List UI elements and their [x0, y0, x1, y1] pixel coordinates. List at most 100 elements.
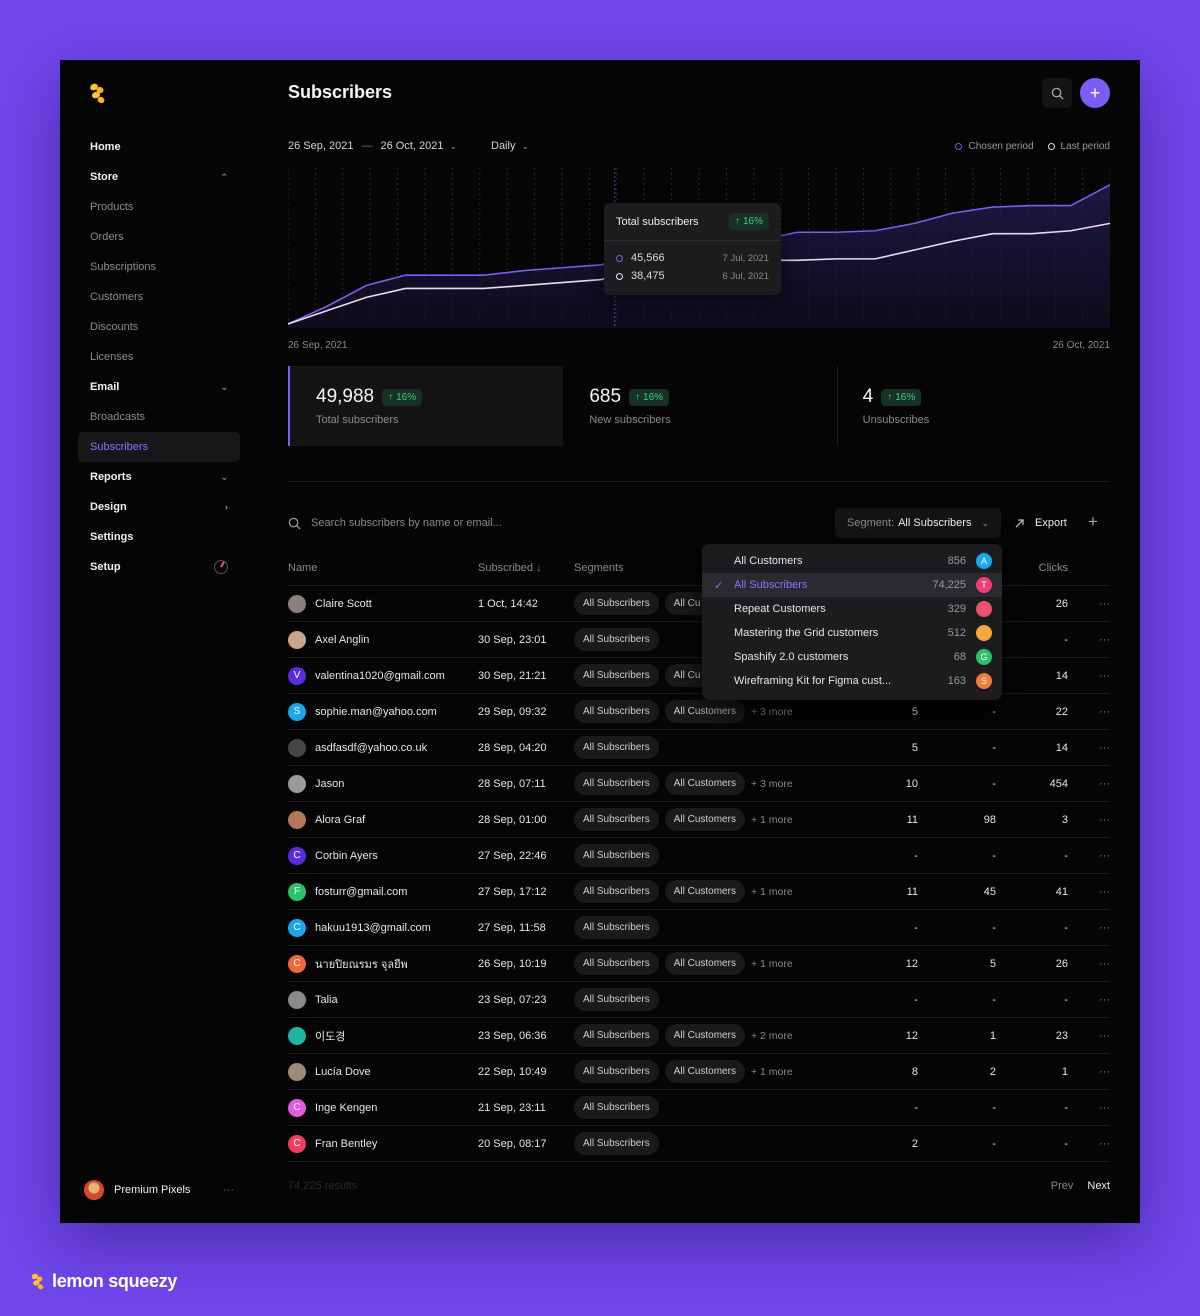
table-row[interactable]: C นายปิยณรมร จุลยีพ 26 Sep, 10:19 All Subsc… — [288, 946, 1110, 982]
segment-chip[interactable]: All Customers — [664, 808, 745, 831]
sidebar-item-orders[interactable]: Orders — [78, 222, 240, 252]
row-more-icon[interactable]: ··· — [1068, 850, 1110, 862]
segment-chip[interactable]: All Customers — [664, 880, 745, 903]
row-more-icon[interactable]: ··· — [1068, 814, 1110, 826]
segment-chip[interactable]: All Customers — [664, 952, 745, 975]
more-segments[interactable]: + 1 more — [751, 886, 793, 898]
more-segments[interactable]: + 1 more — [751, 814, 793, 826]
chevron-icon[interactable]: ⌄ — [220, 382, 228, 393]
row-more-icon[interactable]: ··· — [1068, 1138, 1110, 1150]
row-more-icon[interactable]: ··· — [1068, 706, 1110, 718]
segment-chip[interactable]: All Customers — [664, 700, 745, 723]
segment-option[interactable]: Spashify 2.0 customers 68 G — [702, 645, 1002, 669]
profile-more-icon[interactable]: ··· — [223, 1184, 234, 1196]
more-segments[interactable]: + 3 more — [751, 778, 793, 790]
next-button[interactable]: Next — [1087, 1180, 1110, 1192]
sidebar-item-email[interactable]: Email ⌄ — [78, 372, 240, 402]
segment-chip[interactable]: All Subscribers — [574, 1132, 659, 1155]
row-more-icon[interactable]: ··· — [1068, 994, 1110, 1006]
stat-card-total[interactable]: 49,988 ↑ 16% Total subscribers — [288, 366, 564, 446]
search-button[interactable] — [1042, 78, 1072, 108]
table-row[interactable]: asdfasdf@yahoo.co.uk 28 Sep, 04:20 All Sub… — [288, 730, 1110, 766]
segment-option[interactable]: Mastering the Grid customers 512 — [702, 621, 1002, 645]
table-row[interactable]: C Fran Bentley 20 Sep, 08:17 All Subscriber… — [288, 1126, 1110, 1162]
sidebar-item-setup[interactable]: Setup — [78, 552, 240, 582]
segment-chip[interactable]: All Subscribers — [574, 1060, 659, 1083]
more-segments[interactable]: + 3 more — [751, 706, 793, 718]
segment-chip[interactable]: All Subscribers — [574, 700, 659, 723]
segment-chip[interactable]: All Subscribers — [574, 664, 659, 687]
row-more-icon[interactable]: ··· — [1068, 958, 1110, 970]
profile[interactable]: Premium Pixels ··· — [84, 1180, 234, 1200]
segment-option[interactable]: Repeat Customers 329 — [702, 597, 1002, 621]
table-row[interactable]: C Corbin Ayers 27 Sep, 22:46 All Subscriber… — [288, 838, 1110, 874]
segment-option[interactable]: Wireframing Kit for Figma cust... 163 S — [702, 669, 1002, 693]
segment-chip[interactable]: All Customers — [664, 1060, 745, 1083]
segment-chip[interactable]: All Subscribers — [574, 1024, 659, 1047]
sidebar-item-subscribers[interactable]: Subscribers — [78, 432, 240, 462]
segment-chip[interactable]: All Subscribers — [574, 628, 659, 651]
table-row[interactable]: Jason 28 Sep, 07:11 All Subscribers All Cus… — [288, 766, 1110, 802]
more-segments[interactable]: + 1 more — [751, 958, 793, 970]
search-input[interactable]: Search subscribers by name or email... — [288, 508, 688, 538]
sidebar-item-design[interactable]: Design › — [78, 492, 240, 522]
table-row[interactable]: C Inge Kengen 21 Sep, 23:11 All Subscribers… — [288, 1090, 1110, 1126]
more-segments[interactable]: + 2 more — [751, 1030, 793, 1042]
prev-button[interactable]: Prev — [1051, 1180, 1074, 1192]
sidebar-item-reports[interactable]: Reports ⌄ — [78, 462, 240, 492]
row-more-icon[interactable]: ··· — [1068, 670, 1110, 682]
segment-chip[interactable]: All Subscribers — [574, 772, 659, 795]
chevron-down-icon[interactable]: ⌄ — [449, 141, 457, 152]
segment-chip[interactable]: All Subscribers — [574, 736, 659, 759]
table-row[interactable]: Ffosturr@gmail.com 27 Sep, 17:12 All Subsc… — [288, 874, 1110, 910]
table-row[interactable]: Lucía Dove 22 Sep, 10:49 All Subscribers Al… — [288, 1054, 1110, 1090]
date-from[interactable]: 26 Sep, 2021 — [288, 140, 353, 152]
segment-option[interactable]: All Customers 856 A — [702, 549, 1002, 573]
sidebar-item-licenses[interactable]: Licenses — [78, 342, 240, 372]
segment-chip[interactable]: All Subscribers — [574, 880, 659, 903]
row-more-icon[interactable]: ··· — [1068, 1030, 1110, 1042]
row-more-icon[interactable]: ··· — [1068, 886, 1110, 898]
col-name[interactable]: Name — [288, 562, 478, 574]
add-subscriber-button[interactable]: + — [1080, 78, 1110, 108]
table-row[interactable]: Chakuu1913@gmail.com 27 Sep, 11:58 All Sub… — [288, 910, 1110, 946]
row-more-icon[interactable]: ··· — [1068, 922, 1110, 934]
add-column-button[interactable]: + — [1088, 512, 1098, 532]
segment-option[interactable]: ✓ All Subscribers 74,225 T — [702, 573, 1002, 597]
col-subscribed[interactable]: Subscribed ↓ — [478, 562, 574, 574]
sidebar-item-subscriptions[interactable]: Subscriptions — [78, 252, 240, 282]
sidebar-item-products[interactable]: Products — [78, 192, 240, 222]
row-more-icon[interactable]: ··· — [1068, 634, 1110, 646]
col-clicks[interactable]: Clicks — [996, 562, 1068, 574]
table-row[interactable]: 이도경 23 Sep, 06:36 All Subscribers All Custo… — [288, 1018, 1110, 1054]
row-more-icon[interactable]: ··· — [1068, 1102, 1110, 1114]
segment-chip[interactable]: All Subscribers — [574, 916, 659, 939]
segment-select[interactable]: Segment: All Subscribers ⌄ — [835, 508, 1001, 538]
segment-chip[interactable]: All Subscribers — [574, 592, 659, 615]
row-more-icon[interactable]: ··· — [1068, 598, 1110, 610]
segment-chip[interactable]: All Subscribers — [574, 1096, 659, 1119]
chevron-icon[interactable]: › — [225, 502, 228, 512]
segment-chip[interactable]: All Subscribers — [574, 844, 659, 867]
export-button[interactable]: Export — [1014, 508, 1067, 538]
segment-chip[interactable]: All Customers — [664, 772, 745, 795]
more-segments[interactable]: + 1 more — [751, 1066, 793, 1078]
sidebar-item-discounts[interactable]: Discounts — [78, 312, 240, 342]
sidebar-item-customers[interactable]: Customers — [78, 282, 240, 312]
chevron-down-icon[interactable]: ⌄ — [521, 141, 529, 152]
table-row[interactable]: Talia 23 Sep, 07:23 All Subscribers - - - ··· — [288, 982, 1110, 1018]
segment-chip[interactable]: All Customers — [664, 1024, 745, 1047]
segment-chip[interactable]: All Subscribers — [574, 952, 659, 975]
row-more-icon[interactable]: ··· — [1068, 778, 1110, 790]
table-row[interactable]: Alora Graf 28 Sep, 01:00 All Subscribers Al… — [288, 802, 1110, 838]
sidebar-item-broadcasts[interactable]: Broadcasts — [78, 402, 240, 432]
chevron-icon[interactable]: ⌄ — [220, 472, 228, 483]
date-to[interactable]: 26 Oct, 2021 — [380, 140, 443, 152]
segment-chip[interactable]: All Subscribers — [574, 988, 659, 1011]
sidebar-item-settings[interactable]: Settings — [78, 522, 240, 552]
row-more-icon[interactable]: ··· — [1068, 1066, 1110, 1078]
interval-select[interactable]: Daily — [491, 140, 515, 152]
segment-chip[interactable]: All Subscribers — [574, 808, 659, 831]
sidebar-item-home[interactable]: Home — [78, 132, 240, 162]
stat-card-new[interactable]: 685 ↑ 16% New subscribers — [563, 366, 836, 446]
